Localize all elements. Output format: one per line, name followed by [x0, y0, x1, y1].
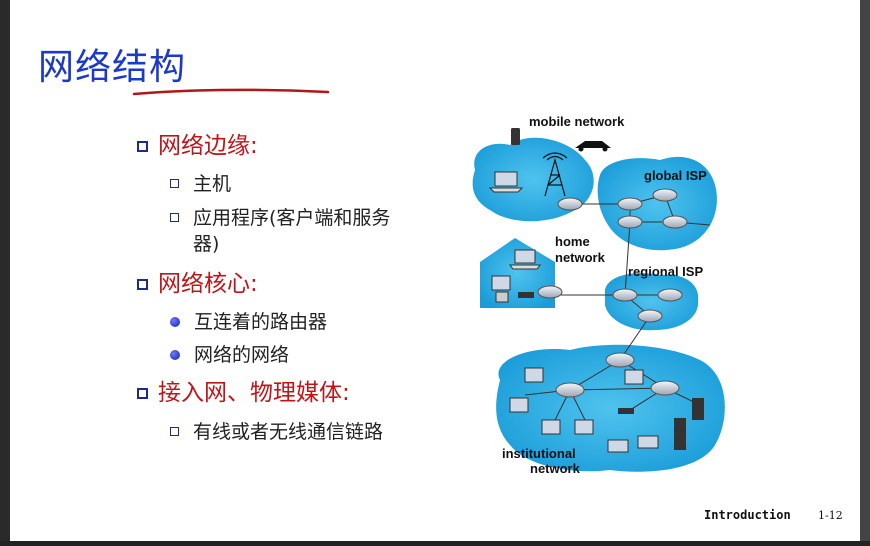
laptop-icon	[607, 439, 629, 453]
footer-page-number: 1-12	[818, 509, 843, 522]
bottom-border	[0, 541, 870, 546]
right-border	[860, 0, 870, 541]
wifi-router-icon	[518, 292, 534, 298]
label-regional-isp: regional ISP	[628, 264, 703, 279]
router-icon	[555, 382, 585, 398]
desktop-icon	[624, 369, 644, 385]
footer-section: Introduction	[704, 508, 791, 522]
laptop-icon	[637, 435, 659, 449]
phone-icon	[511, 128, 520, 145]
car-icon	[575, 141, 611, 152]
router-icon	[605, 352, 635, 368]
desktop-icon	[574, 419, 594, 435]
label-global-isp: global ISP	[644, 168, 707, 183]
router-icon	[617, 215, 643, 229]
laptop-icon	[509, 249, 541, 270]
router-icon	[657, 288, 683, 302]
label-mobile-network: mobile network	[529, 114, 625, 129]
desktop-icon	[541, 419, 561, 435]
wifi-router-icon	[618, 408, 634, 414]
desktop-icon	[524, 367, 544, 383]
router-icon	[612, 288, 638, 302]
desktop-icon	[509, 397, 529, 413]
router-icon	[652, 188, 678, 202]
slide: 网络结构 网络边缘: 主机 应用程序(客户端和服务 器) 网络核心: 互连着的路…	[10, 0, 865, 541]
label-home-line2: network	[555, 250, 606, 265]
network-diagram: mobile network global ISP home network r…	[472, 114, 725, 476]
router-icon	[537, 285, 563, 299]
label-institutional-line1: institutional	[502, 446, 576, 461]
router-icon	[617, 197, 643, 211]
label-home-line1: home	[555, 234, 590, 249]
left-border	[0, 0, 10, 546]
laptop-icon	[488, 171, 524, 193]
router-icon	[557, 197, 583, 211]
label-institutional-line2: network	[530, 461, 581, 476]
router-icon	[637, 309, 663, 323]
router-icon	[650, 380, 680, 396]
router-icon	[662, 215, 688, 229]
